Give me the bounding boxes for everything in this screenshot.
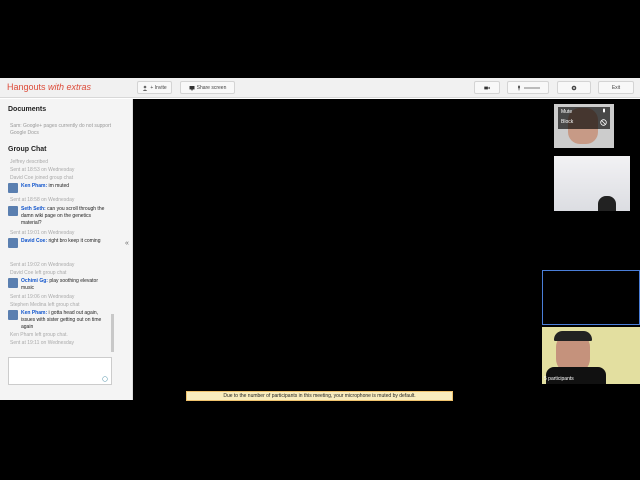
chat-timestamp: Sent at 18:53 on Wednesday — [10, 167, 75, 173]
person-icon — [143, 85, 148, 91]
microphone-icon — [518, 85, 520, 90]
group-chat-title: Group Chat — [8, 146, 47, 153]
avatar — [8, 238, 18, 248]
mute-option[interactable]: Mute — [561, 109, 572, 115]
chat-timestamp: Sent at 19:06 on Wednesday — [10, 294, 75, 300]
invite-button[interactable]: + Invite — [137, 81, 172, 94]
chat-author[interactable]: David Coe: — [21, 238, 47, 244]
chat-text: right bro keep it coming — [48, 238, 101, 244]
emoticon-icon[interactable] — [102, 376, 108, 382]
block-option[interactable]: Block — [561, 119, 573, 125]
participant-thumbnail-1[interactable]: Mute Block — [554, 104, 614, 148]
documents-title: Documents — [8, 106, 47, 113]
chat-system-message: Ken Pham left group chat. — [10, 332, 68, 338]
exit-button[interactable]: Exit — [598, 81, 634, 94]
app-title-extra: with extras — [48, 82, 92, 92]
chat-message: Ken Pham: i gotta head out again, issues… — [6, 310, 110, 331]
gear-icon — [571, 85, 577, 90]
app-title: Hangouts with extras — [7, 82, 91, 92]
share-screen-button[interactable]: Share screen — [180, 81, 235, 94]
share-screen-label: Share screen — [196, 84, 227, 91]
settings-button[interactable] — [557, 81, 591, 94]
chat-message: David Coe: right bro keep it coming — [6, 238, 110, 248]
mic-level-bar — [524, 86, 540, 89]
participant-head — [598, 196, 616, 211]
participants-count: 5 participants — [544, 376, 574, 382]
participant-hair — [554, 331, 592, 341]
chat-timestamp: Sent at 19:11 on Wednesday — [10, 340, 75, 345]
chat-message: Ken Pham: im muted — [6, 183, 110, 193]
mute-notice: Due to the number of participants in thi… — [186, 391, 453, 401]
top-toolbar: Hangouts with extras + Invite Share scre… — [0, 78, 640, 98]
chat-timestamp: Sent at 19:02 on Wednesday — [10, 262, 75, 268]
chat-message: Ochimi Gg: play soothing elevator music — [6, 278, 110, 292]
chat-text: im muted — [48, 183, 70, 189]
sidebar: Documents Sam: Google+ pages currently d… — [0, 99, 133, 400]
chat-timestamp: Sent at 18:58 on Wednesday — [10, 197, 75, 203]
documents-note: Sam: Google+ pages currently do not supp… — [10, 123, 112, 136]
chat-author[interactable]: Ochimi Gg: — [21, 278, 48, 284]
collapse-sidebar-icon[interactable]: « — [125, 240, 129, 247]
chat-system-message: David Coe joined group chat — [10, 175, 74, 181]
exit-label: Exit — [611, 84, 621, 91]
chat-system-message: Jeffrey described — [10, 159, 48, 165]
camera-button[interactable] — [474, 81, 500, 94]
chat-scrollbar[interactable] — [111, 314, 114, 352]
invite-label: + Invite — [150, 84, 167, 91]
microphone-icon — [603, 108, 605, 113]
chat-message: Seth Seth: can you scroll through the da… — [6, 206, 110, 227]
chat-system-message: Stephen Medina left group chat — [10, 302, 80, 308]
thumbnail-menu: Mute Block — [558, 107, 610, 129]
chat-timestamp: Sent at 19:01 on Wednesday — [10, 230, 75, 236]
avatar — [8, 206, 18, 216]
chat-author[interactable]: Ken Pham: — [21, 310, 47, 316]
microphone-button[interactable] — [507, 81, 549, 94]
chat-log: Jeffrey described Sent at 18:53 on Wednes… — [6, 159, 110, 345]
avatar — [8, 310, 18, 320]
video-stage: Mute Block 5 participants — [133, 99, 640, 400]
camera-icon — [484, 86, 490, 89]
hangout-window: Hangouts with extras + Invite Share scre… — [0, 78, 640, 400]
block-icon — [600, 119, 607, 126]
chat-system-message: David Coe left group chat — [10, 270, 67, 276]
app-title-main: Hangouts — [7, 82, 46, 92]
chat-author[interactable]: Seth Seth: — [21, 206, 46, 212]
avatar — [8, 278, 18, 288]
self-view-thumbnail[interactable]: 5 participants — [542, 327, 640, 384]
participant-thumbnail-3[interactable] — [542, 270, 640, 325]
screen-icon — [189, 85, 195, 90]
chat-input[interactable] — [8, 357, 112, 385]
avatar — [8, 183, 18, 193]
participant-thumbnail-2[interactable] — [554, 156, 630, 211]
chat-author[interactable]: Ken Pham: — [21, 183, 47, 189]
